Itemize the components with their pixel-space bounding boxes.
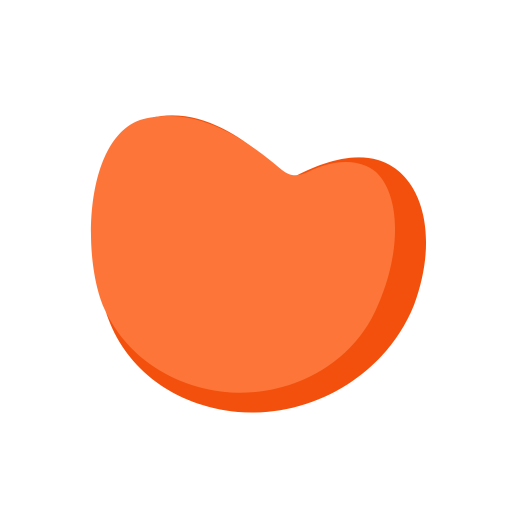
bean-shape-logo-icon [90, 115, 427, 413]
app-icon-canvas [0, 0, 512, 512]
